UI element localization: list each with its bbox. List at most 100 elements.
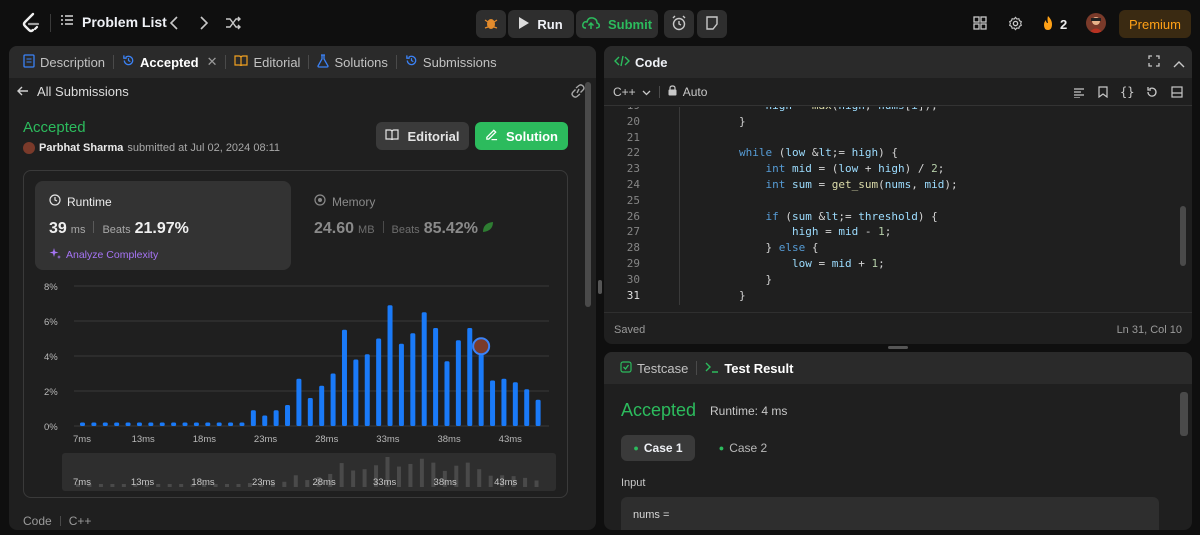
code-line[interactable]: 23 int mid = (low + high) / 2; bbox=[604, 162, 945, 178]
runtime-card[interactable]: Runtime 39 ms Beats 21.97% Analyze Compl… bbox=[35, 181, 291, 270]
user-avatar[interactable] bbox=[1086, 13, 1106, 33]
distribution-bar[interactable] bbox=[376, 338, 382, 427]
code-line[interactable]: 19 high = max(high, nums[i]); bbox=[604, 107, 938, 115]
editor-scrollbar[interactable] bbox=[1180, 206, 1186, 266]
result-scrollbar[interactable] bbox=[1180, 392, 1188, 436]
code-line[interactable]: 29 low = mid + 1; bbox=[604, 257, 885, 273]
notes-button[interactable] bbox=[697, 10, 727, 38]
distribution-bar[interactable] bbox=[364, 354, 370, 426]
distribution-bar[interactable] bbox=[524, 389, 530, 426]
layout-icon[interactable] bbox=[972, 15, 988, 31]
distribution-bar[interactable] bbox=[239, 422, 245, 427]
distribution-bar[interactable] bbox=[91, 422, 97, 427]
format-lines-icon[interactable] bbox=[1073, 87, 1085, 101]
submit-button[interactable]: Submit bbox=[576, 10, 658, 38]
distribution-bar[interactable] bbox=[159, 422, 165, 427]
tab-submissions[interactable]: Submissions bbox=[399, 54, 503, 70]
left-scrollbar[interactable] bbox=[585, 82, 591, 307]
distribution-bar[interactable] bbox=[125, 422, 131, 427]
premium-button[interactable]: Premium bbox=[1119, 10, 1191, 38]
distribution-bar[interactable] bbox=[250, 410, 256, 426]
distribution-bar[interactable] bbox=[102, 422, 108, 427]
distribution-bar[interactable] bbox=[171, 422, 177, 427]
auto-mode-toggle[interactable]: Auto bbox=[668, 85, 707, 99]
distribution-bar[interactable] bbox=[228, 422, 234, 427]
debug-button[interactable] bbox=[476, 10, 506, 38]
run-button[interactable]: Run bbox=[508, 10, 574, 38]
collapse-icon[interactable] bbox=[1173, 56, 1185, 71]
code-line[interactable]: 31 } bbox=[604, 289, 746, 305]
memory-card[interactable]: Memory 24.60 MB Beats 85.42% bbox=[300, 181, 556, 270]
shuffle-icon[interactable] bbox=[224, 14, 242, 32]
distribution-bar[interactable] bbox=[307, 398, 313, 426]
distribution-bar[interactable] bbox=[114, 422, 120, 427]
analyze-complexity-link[interactable]: Analyze Complexity bbox=[49, 247, 158, 262]
runtime-distribution-overview[interactable]: 7ms 13ms 18ms 23ms 28ms 33ms 38ms 43ms bbox=[62, 453, 562, 491]
distribution-bar[interactable] bbox=[421, 312, 427, 426]
distribution-bar[interactable] bbox=[330, 373, 336, 427]
tab-accepted[interactable]: Accepted ✕ bbox=[116, 54, 223, 70]
code-line[interactable]: 28 } else { bbox=[604, 241, 819, 257]
distribution-bar[interactable] bbox=[296, 378, 302, 426]
distribution-bar[interactable] bbox=[433, 328, 439, 426]
code-line[interactable]: 22 while (low &lt;= high) { bbox=[604, 146, 898, 162]
braces-icon[interactable]: {} bbox=[1120, 85, 1134, 99]
vertical-resize-handle[interactable] bbox=[888, 346, 908, 349]
split-icon[interactable] bbox=[1171, 86, 1183, 101]
distribution-bar[interactable] bbox=[136, 422, 142, 427]
your-submission-avatar-marker[interactable] bbox=[472, 337, 491, 356]
distribution-bar[interactable] bbox=[467, 328, 473, 426]
distribution-bar[interactable] bbox=[216, 422, 222, 427]
distribution-bar[interactable] bbox=[353, 359, 359, 427]
distribution-bar[interactable] bbox=[535, 399, 541, 426]
expand-icon[interactable] bbox=[1148, 55, 1160, 70]
code-line[interactable]: 25 bbox=[604, 194, 686, 210]
code-line[interactable]: 20 } bbox=[604, 115, 746, 131]
distribution-bar[interactable] bbox=[512, 382, 518, 426]
leetcode-logo[interactable] bbox=[20, 12, 42, 34]
share-link-icon[interactable] bbox=[570, 84, 586, 101]
distribution-bar[interactable] bbox=[182, 422, 188, 427]
bookmark-icon[interactable] bbox=[1098, 86, 1108, 101]
code-line[interactable]: 24 int sum = get_sum(nums, mid); bbox=[604, 178, 958, 194]
tab-testcase[interactable]: Testcase bbox=[614, 361, 694, 376]
distribution-bar[interactable] bbox=[410, 333, 416, 426]
distribution-bar[interactable] bbox=[341, 329, 347, 426]
code-line[interactable]: 21 bbox=[604, 131, 686, 147]
distribution-bar[interactable] bbox=[501, 378, 507, 426]
distribution-bar[interactable] bbox=[319, 385, 325, 426]
settings-gear-icon[interactable] bbox=[1007, 15, 1023, 31]
code-line[interactable]: 26 if (sum &lt;= threshold) { bbox=[604, 210, 938, 226]
distribution-bar[interactable] bbox=[387, 305, 393, 426]
tab-editorial[interactable]: Editorial bbox=[228, 55, 306, 70]
timer-button[interactable] bbox=[664, 10, 694, 38]
tab-solutions[interactable]: Solutions bbox=[311, 53, 393, 71]
submitter-name[interactable]: Parbhat Sharma bbox=[39, 142, 123, 154]
problem-list-button[interactable]: Problem List bbox=[60, 13, 167, 30]
tab-test-result[interactable]: Test Result bbox=[699, 361, 799, 376]
tab-description[interactable]: Description bbox=[17, 53, 111, 71]
distribution-bar[interactable] bbox=[455, 340, 461, 426]
code-line[interactable]: 30 } bbox=[604, 273, 772, 289]
close-tab-icon[interactable]: ✕ bbox=[207, 54, 218, 70]
distribution-bar[interactable] bbox=[490, 380, 496, 427]
distribution-bar[interactable] bbox=[262, 415, 268, 427]
distribution-bar[interactable] bbox=[444, 361, 450, 426]
all-submissions-link[interactable]: All Submissions bbox=[17, 84, 129, 99]
distribution-bar[interactable] bbox=[478, 354, 484, 426]
case-2-tab[interactable]: ● Case 2 bbox=[706, 435, 780, 461]
reset-icon[interactable] bbox=[1146, 86, 1158, 101]
solution-button[interactable]: Solution bbox=[475, 122, 568, 150]
code-line[interactable]: 27 high = mid - 1; bbox=[604, 225, 892, 241]
next-problem-icon[interactable] bbox=[196, 14, 212, 32]
distribution-bar[interactable] bbox=[205, 422, 211, 427]
case-1-tab[interactable]: ● Case 1 bbox=[621, 435, 695, 461]
editorial-button[interactable]: Editorial bbox=[376, 122, 469, 150]
distribution-bar[interactable] bbox=[80, 422, 85, 427]
distribution-bar[interactable] bbox=[148, 422, 154, 427]
distribution-bar[interactable] bbox=[273, 410, 279, 426]
panel-resize-handle[interactable] bbox=[598, 280, 602, 294]
prev-problem-icon[interactable] bbox=[166, 14, 182, 32]
distribution-bar[interactable] bbox=[193, 422, 199, 427]
language-select[interactable]: C++ bbox=[613, 85, 651, 99]
